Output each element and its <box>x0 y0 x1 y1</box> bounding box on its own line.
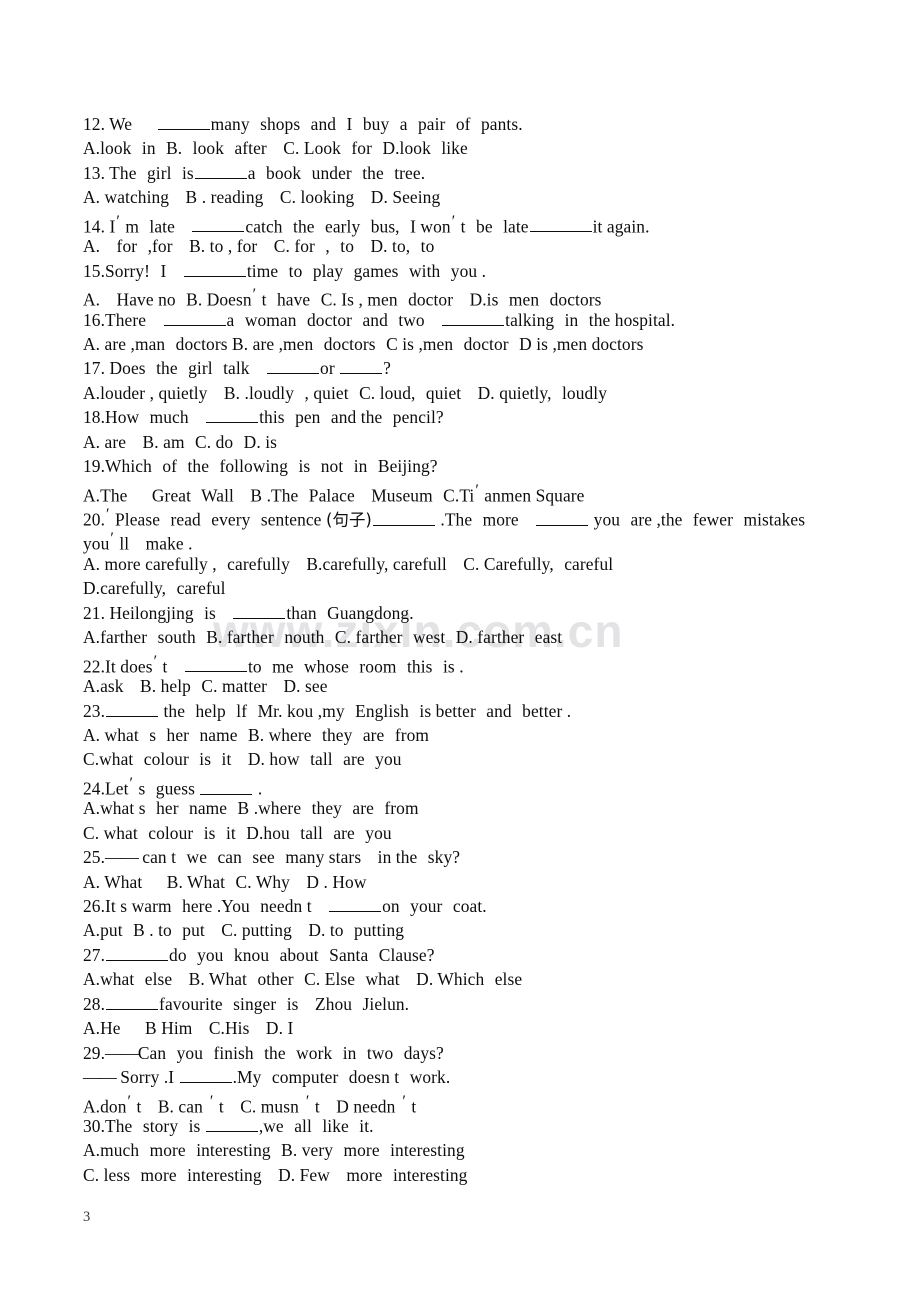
question-13-options: A. watching B . reading C. looking D. Se… <box>83 187 441 208</box>
answer-blank <box>179 1066 232 1084</box>
question-14-stem: 14. I′ m late catch the early bus, I won… <box>83 212 650 237</box>
question-17-options: A.louder , quietly B. .loudly , quiet C.… <box>83 382 608 403</box>
question-27-stem: 27. do you knou about Santa Clause? <box>83 944 435 965</box>
answer-blank <box>194 162 247 179</box>
answer-blank <box>106 944 169 961</box>
question-17-stem: 17. Does the girl talk or ? <box>83 357 391 379</box>
page-number: 3 <box>83 1209 91 1225</box>
question-23-stem: 23. the help lf Mr. kou ,my English is b… <box>83 700 572 721</box>
answer-blank <box>529 215 592 233</box>
question-18-options: A. are B. am C. do D. is <box>83 431 278 452</box>
question-12-options: A.look in B. look after C. Look for D.lo… <box>83 138 468 159</box>
answer-blank <box>372 509 435 526</box>
question-13-stem: 13. The girl is a book under the tree. <box>83 162 426 183</box>
question-14-options: A. for ,for B. to , for C. for , to D. t… <box>83 236 435 257</box>
question-28-stem: 28. favourite singer is Zhou Jielun. <box>83 993 410 1014</box>
answer-blank <box>157 113 210 130</box>
question-24-options: A.what s her name B .where they are from <box>83 798 419 819</box>
question-22-options: A.ask B. help C. matter D. see <box>83 676 328 697</box>
question-list: 12. We many shops and I buy a pair of pa… <box>83 112 883 1187</box>
question-19-stem: 19.Which of the following is not in Beij… <box>83 456 438 477</box>
document-page: www.zixin.com.cn 12. We many shops and I… <box>0 0 920 1302</box>
question-24-stem: 24.Let′ s guess . <box>83 774 263 799</box>
question-16-stem: 16.There a woman doctor and two talking … <box>83 309 676 330</box>
answer-blank <box>442 309 505 326</box>
question-15-stem: 15.Sorry! I time to play games with you … <box>83 260 487 281</box>
answer-blank <box>205 1115 258 1132</box>
answer-blank <box>184 655 247 673</box>
answer-blank <box>233 602 286 619</box>
question-21-stem: 21. Heilongjing is than Guangdong. <box>83 602 414 623</box>
answer-blank <box>192 215 245 233</box>
question-20-stem-cont: you′ ll make . <box>83 530 193 555</box>
question-27-options: A.what else B. What other C. Else what D… <box>83 969 523 990</box>
question-29-stem-cont: —— Sorry .I .My computer doesn t work. <box>83 1066 451 1088</box>
answer-blank <box>329 895 382 912</box>
question-26-stem: 26.It s warm here .You needn t on your c… <box>83 895 487 916</box>
question-23-options-cont: C.what colour is it D. how tall are you <box>83 749 402 770</box>
question-15-options: A. Have no B. Doesn′ t have C. Is , men … <box>83 286 602 310</box>
answer-blank <box>267 357 320 375</box>
question-23-options: A. what s her name B. where they are fro… <box>83 724 430 745</box>
question-25-stem: 25.—— can t we can see many stars in the… <box>83 847 461 868</box>
question-24-options-cont: C. what colour is it D.hou tall are you <box>83 822 392 843</box>
question-28-options: A.He B Him C.His D. I <box>83 1018 294 1039</box>
question-21-options: A.farther south B. farther nouth C. fart… <box>83 627 563 648</box>
answer-blank <box>206 406 259 424</box>
question-29-options: A.don′ t B. can ′ t C. musn ′ t D needn ′ t <box>83 1092 417 1117</box>
question-30-options: A.much more interesting B. very more int… <box>83 1140 465 1161</box>
question-25-options: A. What B. What C. Why D . How <box>83 871 367 892</box>
question-12-stem: 12. We many shops and I buy a pair of pa… <box>83 113 523 134</box>
answer-blank <box>183 260 246 277</box>
answer-blank <box>106 700 159 717</box>
answer-blank <box>340 357 383 375</box>
answer-blank <box>200 778 253 795</box>
answer-blank <box>163 309 226 326</box>
question-18-stem: 18.How much this pen and the pencil? <box>83 406 444 428</box>
question-29-stem: 29.——Can you finish the work in two days… <box>83 1042 444 1063</box>
question-16-options: A. are ,man doctors B. are ,men doctors … <box>83 333 644 354</box>
question-19-options: A.The Great Wall B .The Palace Museum C.… <box>83 481 585 506</box>
question-30-options-cont: C. less more interesting D. Few more int… <box>83 1164 468 1185</box>
question-20-options-cont: D.carefully, careful <box>83 578 226 599</box>
answer-blank <box>536 509 589 526</box>
question-20-stem: 20.′ Please read every sentence (句子) .Th… <box>83 506 806 530</box>
question-22-stem: 22.It does′ t to me whose room this is . <box>83 652 464 677</box>
question-20-options: A. more carefully , carefully B.carefull… <box>83 553 614 574</box>
answer-blank <box>106 993 159 1010</box>
question-30-stem: 30.The story is ,we all like it. <box>83 1115 374 1136</box>
question-26-options: A.put B . to put C. putting D. to puttin… <box>83 920 405 941</box>
